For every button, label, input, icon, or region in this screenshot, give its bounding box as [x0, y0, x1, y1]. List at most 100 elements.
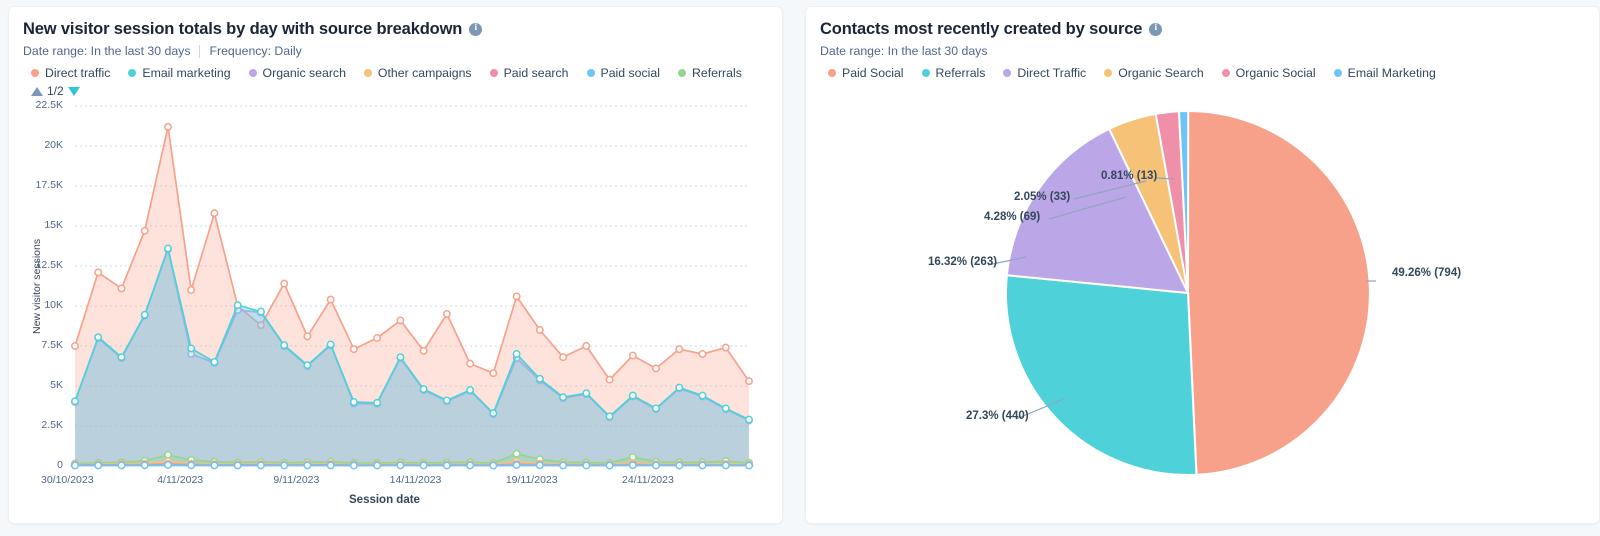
data-point	[280, 279, 289, 288]
legend-dot-icon	[586, 69, 595, 77]
data-point	[605, 461, 614, 470]
legend-label: Direct traffic	[45, 66, 111, 80]
y-axis-tick: 10K	[44, 299, 63, 311]
legend-item-paid-search[interactable]: Paid search	[489, 65, 569, 81]
legend-item-direct-traffic[interactable]: Direct Traffic	[1003, 65, 1086, 81]
legend-label: Organic search	[262, 66, 346, 80]
data-point	[745, 377, 753, 386]
data-point	[582, 342, 591, 350]
data-point	[396, 353, 405, 362]
legend-label: Email marketing	[142, 66, 231, 80]
data-point	[745, 415, 753, 424]
pie-slice-label: 2.05% (33)	[1014, 191, 1071, 203]
triangle-up-icon[interactable]	[31, 86, 43, 96]
data-point	[117, 353, 126, 362]
legend-label: Other campaigns	[377, 66, 472, 80]
legend-item-organic-social[interactable]: Organic Social	[1221, 65, 1316, 81]
legend-item-paid-social[interactable]: Paid social	[586, 65, 660, 81]
pie-slice-label: 49.26% (794)	[1392, 267, 1462, 279]
data-point	[94, 268, 103, 277]
legend-dot-icon	[828, 69, 836, 77]
legend-dot-icon	[677, 69, 686, 77]
triangle-down-icon[interactable]	[67, 86, 80, 96]
legend-dot-icon	[1333, 69, 1342, 77]
data-point	[535, 461, 544, 470]
legend-label: Email Marketing	[1347, 66, 1436, 80]
legend-label: Paid Social	[842, 66, 904, 80]
data-point	[489, 461, 498, 470]
pie-slice-referrals	[1005, 274, 1198, 476]
data-point	[303, 361, 312, 370]
area-chart-svg[interactable]	[9, 98, 783, 518]
data-point	[419, 461, 428, 470]
data-point	[652, 404, 660, 413]
data-point	[164, 122, 172, 131]
data-point	[326, 340, 335, 349]
data-point	[745, 461, 753, 470]
data-point	[187, 344, 196, 353]
x-axis-tick: 19/11/2023	[505, 474, 558, 486]
data-point	[71, 397, 79, 406]
legend-dot-icon	[1104, 69, 1113, 77]
left-card-title-text: New visitor session totals by day with s…	[23, 20, 463, 38]
legend-item-referrals[interactable]: Referrals	[921, 65, 985, 81]
legend-label: Paid search	[503, 66, 569, 80]
data-point	[559, 393, 568, 402]
data-point	[652, 364, 660, 373]
dashboard: New visitor session totals by day with s…	[0, 0, 1600, 536]
legend-item-other-campaigns[interactable]: Other campaigns	[363, 65, 472, 81]
data-point	[442, 396, 451, 405]
left-frequency: Frequency: Daily	[209, 44, 302, 58]
pager-label: 1/2	[47, 84, 64, 98]
data-point	[256, 307, 265, 316]
legend-label: Referrals	[691, 66, 742, 80]
pie-chart-svg[interactable]	[806, 81, 1600, 521]
legend-item-email-marketing[interactable]: Email Marketing	[1333, 65, 1436, 81]
y-axis-tick: 20K	[44, 139, 63, 151]
legend-pager: 1/2	[23, 84, 768, 98]
legend-label: Organic Search	[1118, 66, 1204, 80]
info-icon[interactable]: i	[469, 22, 483, 36]
data-point	[675, 383, 684, 392]
legend-dot-icon	[921, 69, 930, 77]
left-card-header: New visitor session totals by day with s…	[9, 7, 782, 98]
data-point	[582, 389, 591, 398]
legend-item-organic-search[interactable]: Organic search	[248, 65, 346, 81]
data-point	[698, 461, 707, 470]
data-point	[442, 461, 451, 470]
legend-item-referrals[interactable]: Referrals	[677, 65, 742, 81]
data-point	[303, 332, 312, 341]
data-point	[164, 461, 172, 469]
data-point	[280, 341, 289, 350]
x-axis-tick: 4/11/2023	[157, 474, 204, 486]
y-axis-tick: 22.5K	[35, 99, 63, 111]
legend-item-direct-traffic[interactable]: Direct traffic	[31, 65, 110, 81]
right-card-subtitle: Date range: In the last 30 days	[820, 44, 1585, 59]
page-title: New visitor session totals by day with s…	[23, 19, 768, 39]
data-point	[373, 461, 382, 470]
data-point	[117, 284, 126, 293]
pie-slice-label: 27.3% (440)	[966, 410, 1029, 422]
info-icon[interactable]: i	[1149, 22, 1163, 36]
data-point	[140, 461, 149, 470]
legend-item-paid-social[interactable]: Paid Social	[828, 65, 904, 81]
data-point	[419, 385, 428, 394]
data-point	[373, 398, 382, 407]
y-axis-tick: 17.5K	[35, 179, 63, 191]
x-axis-tick: 24/11/2023	[622, 474, 674, 486]
legend-label: Direct Traffic	[1017, 66, 1087, 80]
y-axis-tick: 0	[57, 459, 63, 471]
data-point	[698, 391, 707, 400]
left-chart-legend: Direct traffic Email marketing Organic sea…	[23, 65, 768, 81]
legend-item-organic-search[interactable]: Organic Search	[1104, 65, 1204, 81]
data-point	[140, 226, 149, 235]
data-point	[628, 351, 637, 360]
left-date-range: Date range: In the last 30 days	[23, 44, 191, 58]
legend-dot-icon	[1003, 69, 1012, 77]
left-card-subtitle: Date range: In the last 30 days Frequenc…	[23, 44, 768, 59]
data-point	[721, 404, 730, 413]
data-point	[71, 461, 79, 470]
legend-item-email-marketing[interactable]: Email marketing	[128, 65, 231, 81]
data-point	[326, 295, 335, 304]
data-point	[512, 449, 521, 458]
